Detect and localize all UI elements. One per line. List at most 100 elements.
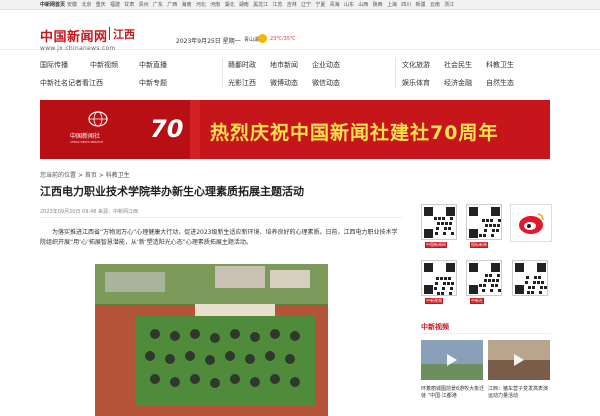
region-link[interactable]: 河北 xyxy=(196,2,206,8)
region-link[interactable]: 上海 xyxy=(387,2,397,8)
breadcrumb-home[interactable]: 首页 xyxy=(85,172,97,179)
weather-widget[interactable]: 青山湖 23℃/35℃ xyxy=(244,33,302,45)
qr-module xyxy=(541,281,544,284)
qr-module xyxy=(496,279,499,282)
region-link[interactable]: 云南 xyxy=(430,2,440,8)
qr-module xyxy=(442,287,445,290)
home-link[interactable]: 中新网首页 xyxy=(40,0,65,10)
region-link[interactable]: 新疆 xyxy=(416,2,426,8)
qr-module xyxy=(490,219,493,222)
qr-module xyxy=(443,232,446,235)
qr-module xyxy=(441,222,444,225)
nav-reporters[interactable]: 中新社名记者看江西 xyxy=(40,78,103,88)
qr-module xyxy=(449,292,452,295)
region-link[interactable]: 安徽 xyxy=(67,2,77,8)
region-link[interactable]: 黑龙江 xyxy=(253,2,268,8)
nav-video[interactable]: 中新视频 xyxy=(90,60,118,70)
video-section-divider xyxy=(421,333,551,334)
region-link[interactable]: 湖北 xyxy=(224,2,234,8)
nav-local[interactable]: 地市新闻 xyxy=(270,60,298,70)
region-link[interactable]: 湖南 xyxy=(239,2,249,8)
region-link[interactable]: 北京 xyxy=(81,2,91,8)
qr-code-2[interactable] xyxy=(466,204,502,240)
nav-live[interactable]: 中新直播 xyxy=(139,60,167,70)
qr-finder-mark xyxy=(446,207,455,216)
qr-module xyxy=(493,224,496,227)
qr-module xyxy=(496,229,499,232)
qr-module xyxy=(485,224,488,227)
region-link[interactable]: 山西 xyxy=(358,2,368,8)
region-link[interactable]: 广西 xyxy=(167,2,177,8)
article-divider xyxy=(40,217,403,218)
site-logo[interactable]: 中国新闻网 xyxy=(40,26,108,45)
nav-divider xyxy=(222,58,223,88)
qr-module xyxy=(435,282,438,285)
qr-module xyxy=(479,234,482,237)
region-link[interactable]: 浙江 xyxy=(444,2,454,8)
region-link[interactable]: 贵州 xyxy=(139,2,149,8)
video-caption-2[interactable]: 江西：猪车营子变发高表演 运动力量活动 xyxy=(488,386,552,400)
region-link[interactable]: 四川 xyxy=(401,2,411,8)
anniversary-banner[interactable]: 中国新闻社 CHINA NEWS SERVICE 70 热烈庆祝中国新闻社建社7… xyxy=(40,100,550,159)
qr-module xyxy=(491,234,494,237)
nav-sports[interactable]: 娱乐体育 xyxy=(402,78,430,88)
region-link[interactable]: 福建 xyxy=(110,2,120,8)
breadcrumb-section[interactable]: 科教卫生 xyxy=(106,172,130,179)
nav-photo[interactable]: 光影江西 xyxy=(228,78,256,88)
region-link[interactable]: 陕西 xyxy=(373,2,383,8)
video-thumbnail-1[interactable] xyxy=(421,340,483,380)
qr-code-1[interactable] xyxy=(421,204,457,240)
region-link[interactable]: 甘肃 xyxy=(124,2,134,8)
region-link[interactable]: 重庆 xyxy=(96,2,106,8)
qr-code-5[interactable] xyxy=(512,260,548,296)
nav-weibo[interactable]: 微博动态 xyxy=(270,78,298,88)
qr-module xyxy=(449,222,452,225)
video-caption-1[interactable]: 环着丽城图前景6游牧大象迁徙 “中国·江都港 xyxy=(421,386,485,400)
video-thumbnail-image-2 xyxy=(488,340,550,380)
nav-politics[interactable]: 赣鄱时政 xyxy=(228,60,256,70)
qr-code-4[interactable] xyxy=(466,260,502,296)
qr-module xyxy=(444,277,447,280)
region-link[interactable]: 海南 xyxy=(182,2,192,8)
qr-module xyxy=(441,292,444,295)
nav-special[interactable]: 中新专题 xyxy=(139,78,167,88)
region-link[interactable]: 广东 xyxy=(153,2,163,8)
qr-code-3[interactable] xyxy=(421,260,457,296)
qr-finder-mark xyxy=(424,263,433,272)
qr-module xyxy=(485,274,488,277)
nav-education[interactable]: 科教卫生 xyxy=(486,60,514,70)
nav-economy[interactable]: 经济金融 xyxy=(444,78,472,88)
breadcrumb: 您当前的位置 > 首页 > 科教卫生 xyxy=(40,172,130,179)
nav-nature[interactable]: 自然生态 xyxy=(486,78,514,88)
qr-finder-mark xyxy=(424,229,433,238)
top-region-bar: 中新网首页 安徽 北京 重庆 福建 甘肃 贵州 广东 广西 海南 河北 河南 湖北 湖南 黑龙江 江苏 吉林辽… xyxy=(0,0,600,10)
region-link[interactable]: 江苏 xyxy=(272,2,282,8)
qr-module xyxy=(544,286,547,289)
nav-society[interactable]: 社会民生 xyxy=(444,60,472,70)
video-section-title: 中新视频 xyxy=(421,323,449,331)
weibo-qr[interactable] xyxy=(510,204,552,242)
breadcrumb-label: 您当前的位置 xyxy=(40,172,77,179)
qr-module xyxy=(437,222,440,225)
qr-module xyxy=(533,281,536,284)
qr-module xyxy=(448,227,451,230)
region-link[interactable]: 吉林 xyxy=(287,2,297,8)
region-link[interactable]: 河南 xyxy=(210,2,220,8)
video-thumbnail-2[interactable] xyxy=(488,340,550,380)
qr-module xyxy=(526,276,529,279)
qr-module xyxy=(484,279,487,282)
weather-city: 青山湖 xyxy=(244,37,260,43)
region-link[interactable]: 山东 xyxy=(344,2,354,8)
qr-module xyxy=(451,232,454,235)
region-link[interactable]: 辽宁 xyxy=(301,2,311,8)
qr-caption-4: 中新社 xyxy=(470,298,484,304)
nav-wechat[interactable]: 微信动态 xyxy=(312,78,340,88)
qr-finder-mark xyxy=(515,263,524,272)
nav-culture[interactable]: 文化旅游 xyxy=(402,60,430,70)
qr-module xyxy=(483,284,486,287)
region-link[interactable]: 宁夏 xyxy=(315,2,325,8)
site-region-label[interactable]: 江西 xyxy=(113,26,135,42)
nav-enterprise[interactable]: 企业动态 xyxy=(312,60,340,70)
region-link[interactable]: 青海 xyxy=(330,2,340,8)
nav-international[interactable]: 国际传播 xyxy=(40,60,68,70)
